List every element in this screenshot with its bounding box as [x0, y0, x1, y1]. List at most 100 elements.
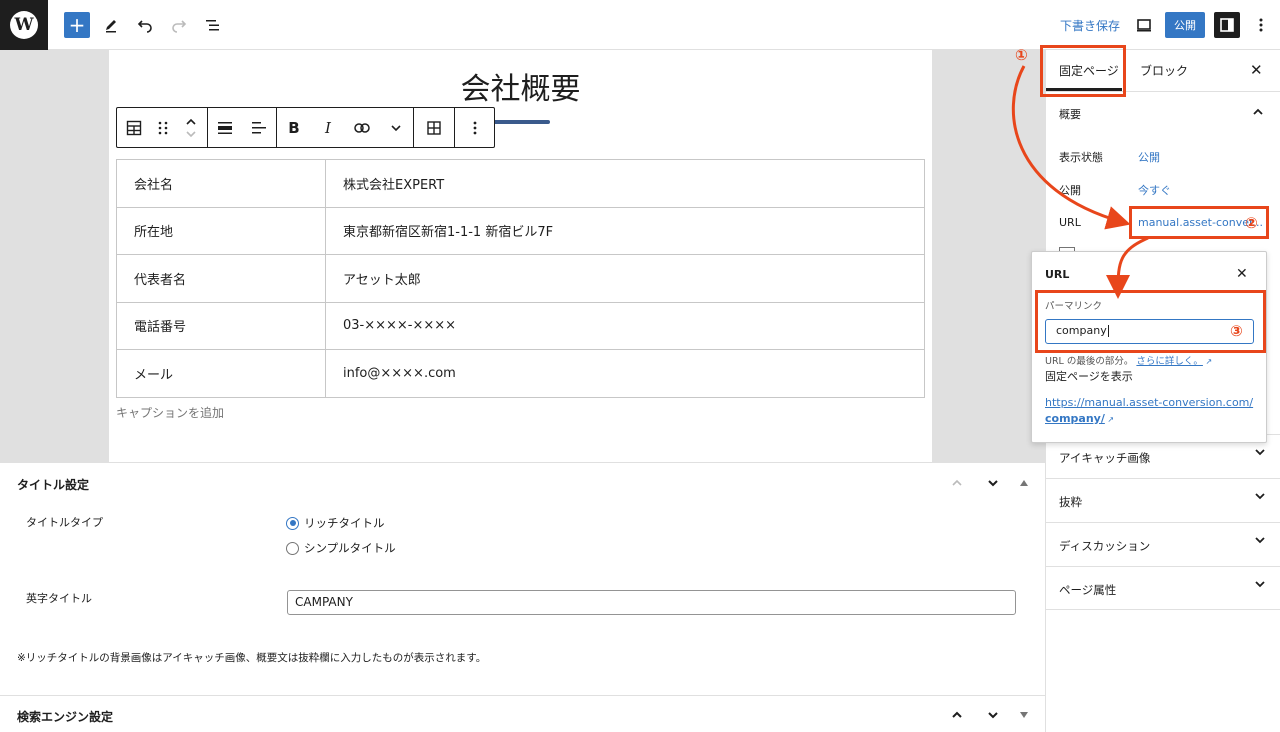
section-label: 抜粋 — [1059, 495, 1082, 509]
radio-rich-title-label: リッチタイトル — [304, 516, 385, 530]
wordpress-logo[interactable]: W — [0, 0, 48, 50]
title-note: ※リッチタイトルの背景画像はアイキャッチ画像、概要文は抜粋欄に入力したものが表示… — [17, 652, 487, 664]
move-up-down-button[interactable] — [175, 108, 207, 147]
top-toolbar: W + 下書き保存 公開 — [0, 0, 1280, 50]
radio-unchecked-icon — [286, 541, 299, 555]
table-row: メール info@××××.com — [116, 349, 925, 398]
preview-button[interactable] — [1131, 12, 1157, 38]
redo-icon — [172, 20, 187, 33]
drag-icon — [158, 121, 168, 134]
publish-button[interactable]: 公開 — [1165, 12, 1205, 38]
seo-settings-header[interactable]: 検索エンジン設定 — [0, 696, 1045, 732]
chevron-down-icon — [1255, 449, 1265, 456]
move-up-button[interactable] — [945, 705, 969, 725]
radio-simple-title[interactable]: シンプルタイトル — [286, 540, 396, 556]
table-cell[interactable]: 電話番号 — [116, 301, 326, 350]
seo-settings-heading: 検索エンジン設定 — [17, 710, 114, 724]
table-cell[interactable]: 東京都新宿区新宿1-1-1 新宿ビル7F — [325, 206, 925, 255]
align-button[interactable] — [208, 108, 242, 147]
bold-button[interactable]: B — [277, 108, 311, 147]
triangle-down-icon — [1020, 712, 1028, 718]
chevron-down-icon — [988, 480, 998, 487]
company-info-table[interactable]: 会社名 株式会社EXPERT 所在地 東京都新宿区新宿1-1-1 新宿ビル7F 代表… — [116, 159, 925, 398]
table-icon — [126, 120, 142, 135]
chevron-down-icon — [391, 124, 401, 131]
italic-button[interactable]: I — [311, 108, 345, 147]
edit-table-button[interactable] — [414, 108, 454, 147]
table-cell[interactable]: info@××××.com — [325, 349, 925, 398]
block-type-group — [117, 108, 208, 147]
summary-heading[interactable]: 概要 — [1059, 106, 1081, 122]
excerpt-section[interactable]: 抜粋 — [1046, 478, 1280, 522]
url-label: URL — [1059, 216, 1081, 229]
tab-block[interactable]: ブロック — [1140, 62, 1188, 79]
settings-sidebar-toggle[interactable] — [1214, 12, 1240, 38]
table-caption-placeholder[interactable]: キャプションを追加 — [116, 404, 224, 421]
move-up-button[interactable] — [945, 473, 969, 493]
english-title-input[interactable]: CAMPANY — [287, 590, 1016, 615]
table-cell[interactable]: 代表者名 — [116, 254, 326, 303]
undo-icon — [137, 20, 152, 33]
table-cell[interactable]: アセット太郎 — [325, 254, 925, 303]
chevron-up-icon — [952, 711, 962, 718]
table-cell[interactable]: 株式会社EXPERT — [325, 159, 925, 208]
options-menu-button[interactable] — [1248, 12, 1274, 38]
permalink-link[interactable]: https://manual.asset-conversion.com/comp… — [1045, 395, 1253, 428]
tab-page[interactable]: 固定ページ — [1059, 62, 1119, 79]
learn-more-link[interactable]: さらに詳しく。 — [1136, 356, 1203, 367]
move-down-button[interactable] — [981, 473, 1005, 493]
table-cell[interactable]: 所在地 — [116, 206, 326, 255]
table-edit-group — [414, 108, 455, 147]
move-down-button[interactable] — [981, 705, 1005, 725]
table-cell[interactable]: メール — [116, 349, 326, 398]
tools-button[interactable] — [98, 12, 124, 38]
document-overview-button[interactable] — [200, 12, 226, 38]
permalink-link-line1: https://manual.asset-conversion.com/ — [1045, 396, 1254, 409]
radio-rich-title[interactable]: リッチタイトル — [286, 515, 385, 531]
chevron-up-icon[interactable] — [1252, 108, 1264, 116]
close-icon: ✕ — [1236, 266, 1248, 282]
undo-button[interactable] — [132, 12, 158, 38]
block-options-button[interactable] — [455, 108, 495, 147]
more-format-button[interactable] — [379, 108, 413, 147]
close-icon: ✕ — [1250, 61, 1263, 79]
visibility-value[interactable]: 公開 — [1138, 149, 1160, 165]
collapse-toggle[interactable] — [1017, 705, 1031, 725]
radio-checked-icon — [286, 516, 299, 530]
save-draft-button[interactable]: 下書き保存 — [1060, 17, 1120, 34]
permalink-slug-input[interactable]: company — [1045, 319, 1254, 344]
popover-close-button[interactable]: ✕ — [1236, 266, 1248, 282]
chevron-up-down-icon — [186, 118, 196, 137]
page-attributes-section[interactable]: ページ属性 — [1046, 566, 1280, 610]
popover-title: URL — [1045, 268, 1070, 281]
table-block-button[interactable] — [117, 108, 151, 147]
list-view-icon — [206, 20, 219, 31]
chevron-down-icon — [1255, 493, 1265, 500]
title-settings-heading: タイトル設定 — [17, 478, 90, 492]
text-align-button[interactable] — [242, 108, 276, 147]
pencil-icon — [106, 20, 116, 33]
more-vertical-icon — [473, 121, 477, 134]
publish-date-value[interactable]: 今すぐ — [1138, 182, 1171, 198]
close-sidebar-button[interactable]: ✕ — [1250, 61, 1263, 79]
collapse-toggle[interactable] — [1017, 473, 1031, 493]
table-cell[interactable]: 会社名 — [116, 159, 326, 208]
link-button[interactable] — [345, 108, 379, 147]
permalink-link-line2: company/ — [1045, 412, 1105, 425]
panel-controls — [945, 705, 1031, 725]
drag-handle[interactable] — [151, 108, 175, 147]
add-block-button[interactable]: + — [64, 12, 90, 38]
align-center-icon — [218, 121, 232, 134]
alignment-group — [208, 108, 277, 147]
align-left-icon — [252, 121, 266, 133]
title-settings-header[interactable]: タイトル設定 — [0, 463, 1045, 503]
redo-button[interactable] — [166, 12, 192, 38]
discussion-section[interactable]: ディスカッション — [1046, 522, 1280, 566]
annotation-number-3: ③ — [1230, 322, 1243, 340]
table-cell[interactable]: 03-××××-×××× — [325, 301, 925, 350]
wordpress-icon: W — [10, 11, 38, 39]
title-underline — [492, 120, 550, 124]
radio-simple-title-label: シンプルタイトル — [304, 541, 396, 555]
block-toolbar: B I — [116, 107, 495, 148]
page-title[interactable]: 会社概要 — [0, 64, 1041, 108]
